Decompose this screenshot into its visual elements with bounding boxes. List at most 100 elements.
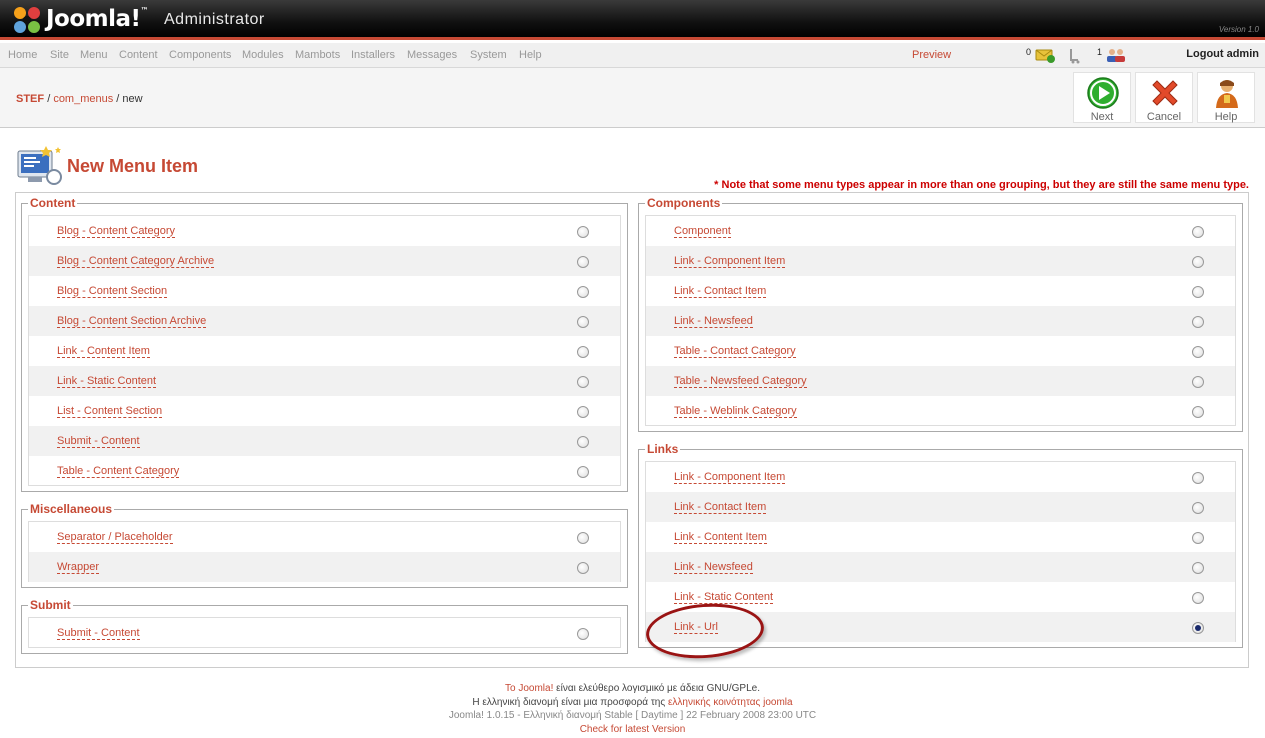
menu-type-link[interactable]: Blog - Content Category [57,225,176,238]
menu-type-radio[interactable] [577,376,589,388]
menu-type-link[interactable]: Blog - Content Category Archive [57,255,215,268]
footer-line-license: To Joomla! είναι ελεύθερο λογισμικό με ά… [0,682,1265,696]
group-content: Content Blog - Content Category Blog - C… [21,196,628,492]
menu-site[interactable]: Site [50,49,69,61]
menu-type-link[interactable]: Table - Content Category [57,465,180,478]
menu-type-link[interactable]: Link - Component Item [674,471,786,484]
list-item: Link - Newsfeed [646,306,1235,336]
checkin-icon[interactable] [1068,48,1082,64]
menu-type-radio[interactable] [577,346,589,358]
menu-type-radio[interactable] [1192,346,1204,358]
menu-components[interactable]: Components [169,49,231,61]
list-item: Link - Content Item [29,336,620,366]
menu-type-link[interactable]: Table - Contact Category [674,345,796,358]
menu-type-radio[interactable] [1192,376,1204,388]
menu-type-radio[interactable] [1192,472,1204,484]
menu-type-radio[interactable] [577,316,589,328]
menu-type-radio-selected[interactable] [1192,622,1204,634]
menu-type-radio[interactable] [577,466,589,478]
menu-type-radio[interactable] [577,562,589,574]
community-link[interactable]: ελληνικής κοινότητας joomla [668,697,793,708]
menu-type-link[interactable]: Submit - Content [57,627,140,640]
menu-type-link[interactable]: Table - Newsfeed Category [674,375,807,388]
next-label: Next [1090,111,1114,123]
version-label: Version 1.0 [1218,25,1259,34]
menu-messages[interactable]: Messages [407,49,457,61]
menu-type-radio[interactable] [1192,316,1204,328]
menu-system[interactable]: System [470,49,507,61]
cancel-icon [1152,80,1178,106]
joomla-link[interactable]: To Joomla! [505,683,553,694]
menu-type-link[interactable]: Link - Static Content [57,375,157,388]
menu-type-link[interactable]: Link - Newsfeed [674,561,753,574]
menu-type-link[interactable]: Link - Contact Item [674,285,767,298]
menu-type-link[interactable]: Link - Contact Item [674,501,767,514]
next-button[interactable]: Next [1073,72,1131,123]
menu-type-radio[interactable] [577,628,589,640]
menu-mambots[interactable]: Mambots [295,49,340,61]
cancel-button[interactable]: Cancel [1135,72,1193,123]
menu-type-link[interactable]: Blog - Content Section [57,285,168,298]
list-item: Table - Weblink Category [646,396,1235,426]
group-components-legend: Components [645,196,723,210]
logout-button[interactable]: Logout admin [1186,48,1259,60]
menu-type-link[interactable]: Link - Newsfeed [674,315,753,328]
menu-type-radio[interactable] [577,286,589,298]
mail-icon [1035,49,1055,63]
menu-type-link[interactable]: Component [674,225,731,238]
menu-type-radio[interactable] [1192,406,1204,418]
menu-type-radio[interactable] [577,532,589,544]
menu-type-link[interactable]: Link - Component Item [674,255,786,268]
menu-type-link[interactable]: Table - Weblink Category [674,405,797,418]
toolbar-area: STEF / com_menus / new Next Cancel Help [0,68,1265,128]
menu-content[interactable]: Content [119,49,158,61]
list-item: Link - Newsfeed [646,552,1235,582]
users-online-status[interactable]: 1 [1097,45,1129,65]
menu-type-link[interactable]: Wrapper [57,561,99,574]
breadcrumb-separator: / [47,93,51,105]
menu-type-link[interactable]: List - Content Section [57,405,163,418]
menu-help[interactable]: Help [519,49,542,61]
list-item: Table - Newsfeed Category [646,366,1235,396]
list-item: Table - Contact Category [646,336,1235,366]
footer-line-community: Η ελληνική διανομή είναι μια προσφορά τη… [0,696,1265,710]
group-content-legend: Content [28,196,78,210]
menu-type-radio[interactable] [1192,502,1204,514]
menu-menu[interactable]: Menu [80,49,108,61]
group-misc-legend: Miscellaneous [28,502,115,516]
menu-type-radio[interactable] [1192,592,1204,604]
joomla-logo-icon [14,7,40,33]
menu-type-radio[interactable] [1192,226,1204,238]
page-title: New Menu Item [67,156,199,176]
menu-type-link[interactable]: Link - Content Item [674,531,767,544]
breadcrumb-site[interactable]: STEF [16,93,44,105]
messages-status[interactable]: 0 [1026,45,1060,65]
menu-type-radio[interactable] [577,226,589,238]
menu-type-link[interactable]: Submit - Content [57,435,140,448]
help-button[interactable]: Help [1197,72,1255,123]
menu-type-link[interactable]: Separator / Placeholder [57,531,173,544]
menu-type-radio[interactable] [1192,256,1204,268]
admin-header: Joomla!™ Administrator Version 1.0 [0,0,1265,40]
footer: To Joomla! είναι ελεύθερο λογισμικό με ά… [0,682,1265,736]
check-version-link[interactable]: Check for latest Version [0,723,1265,737]
menu-type-radio[interactable] [1192,286,1204,298]
administrator-label: Administrator [164,11,265,28]
list-item: Link - Component Item [646,246,1235,276]
menu-type-radio[interactable] [577,436,589,448]
breadcrumb-component[interactable]: com_menus [53,93,113,105]
menu-type-radio[interactable] [1192,562,1204,574]
menu-type-radio[interactable] [577,406,589,418]
menu-type-radio[interactable] [1192,532,1204,544]
group-links-legend: Links [645,442,681,456]
menu-modules[interactable]: Modules [242,49,284,61]
users-icon [1107,49,1125,62]
menu-home[interactable]: Home [8,49,37,61]
menu-type-link[interactable]: Link - Static Content [674,591,774,604]
menu-type-link[interactable]: Link - Content Item [57,345,150,358]
menu-installers[interactable]: Installers [351,49,395,61]
preview-link[interactable]: Preview [912,49,951,61]
group-submit: Submit Submit - Content [21,598,628,654]
menu-type-link[interactable]: Blog - Content Section Archive [57,315,207,328]
menu-type-radio[interactable] [577,256,589,268]
